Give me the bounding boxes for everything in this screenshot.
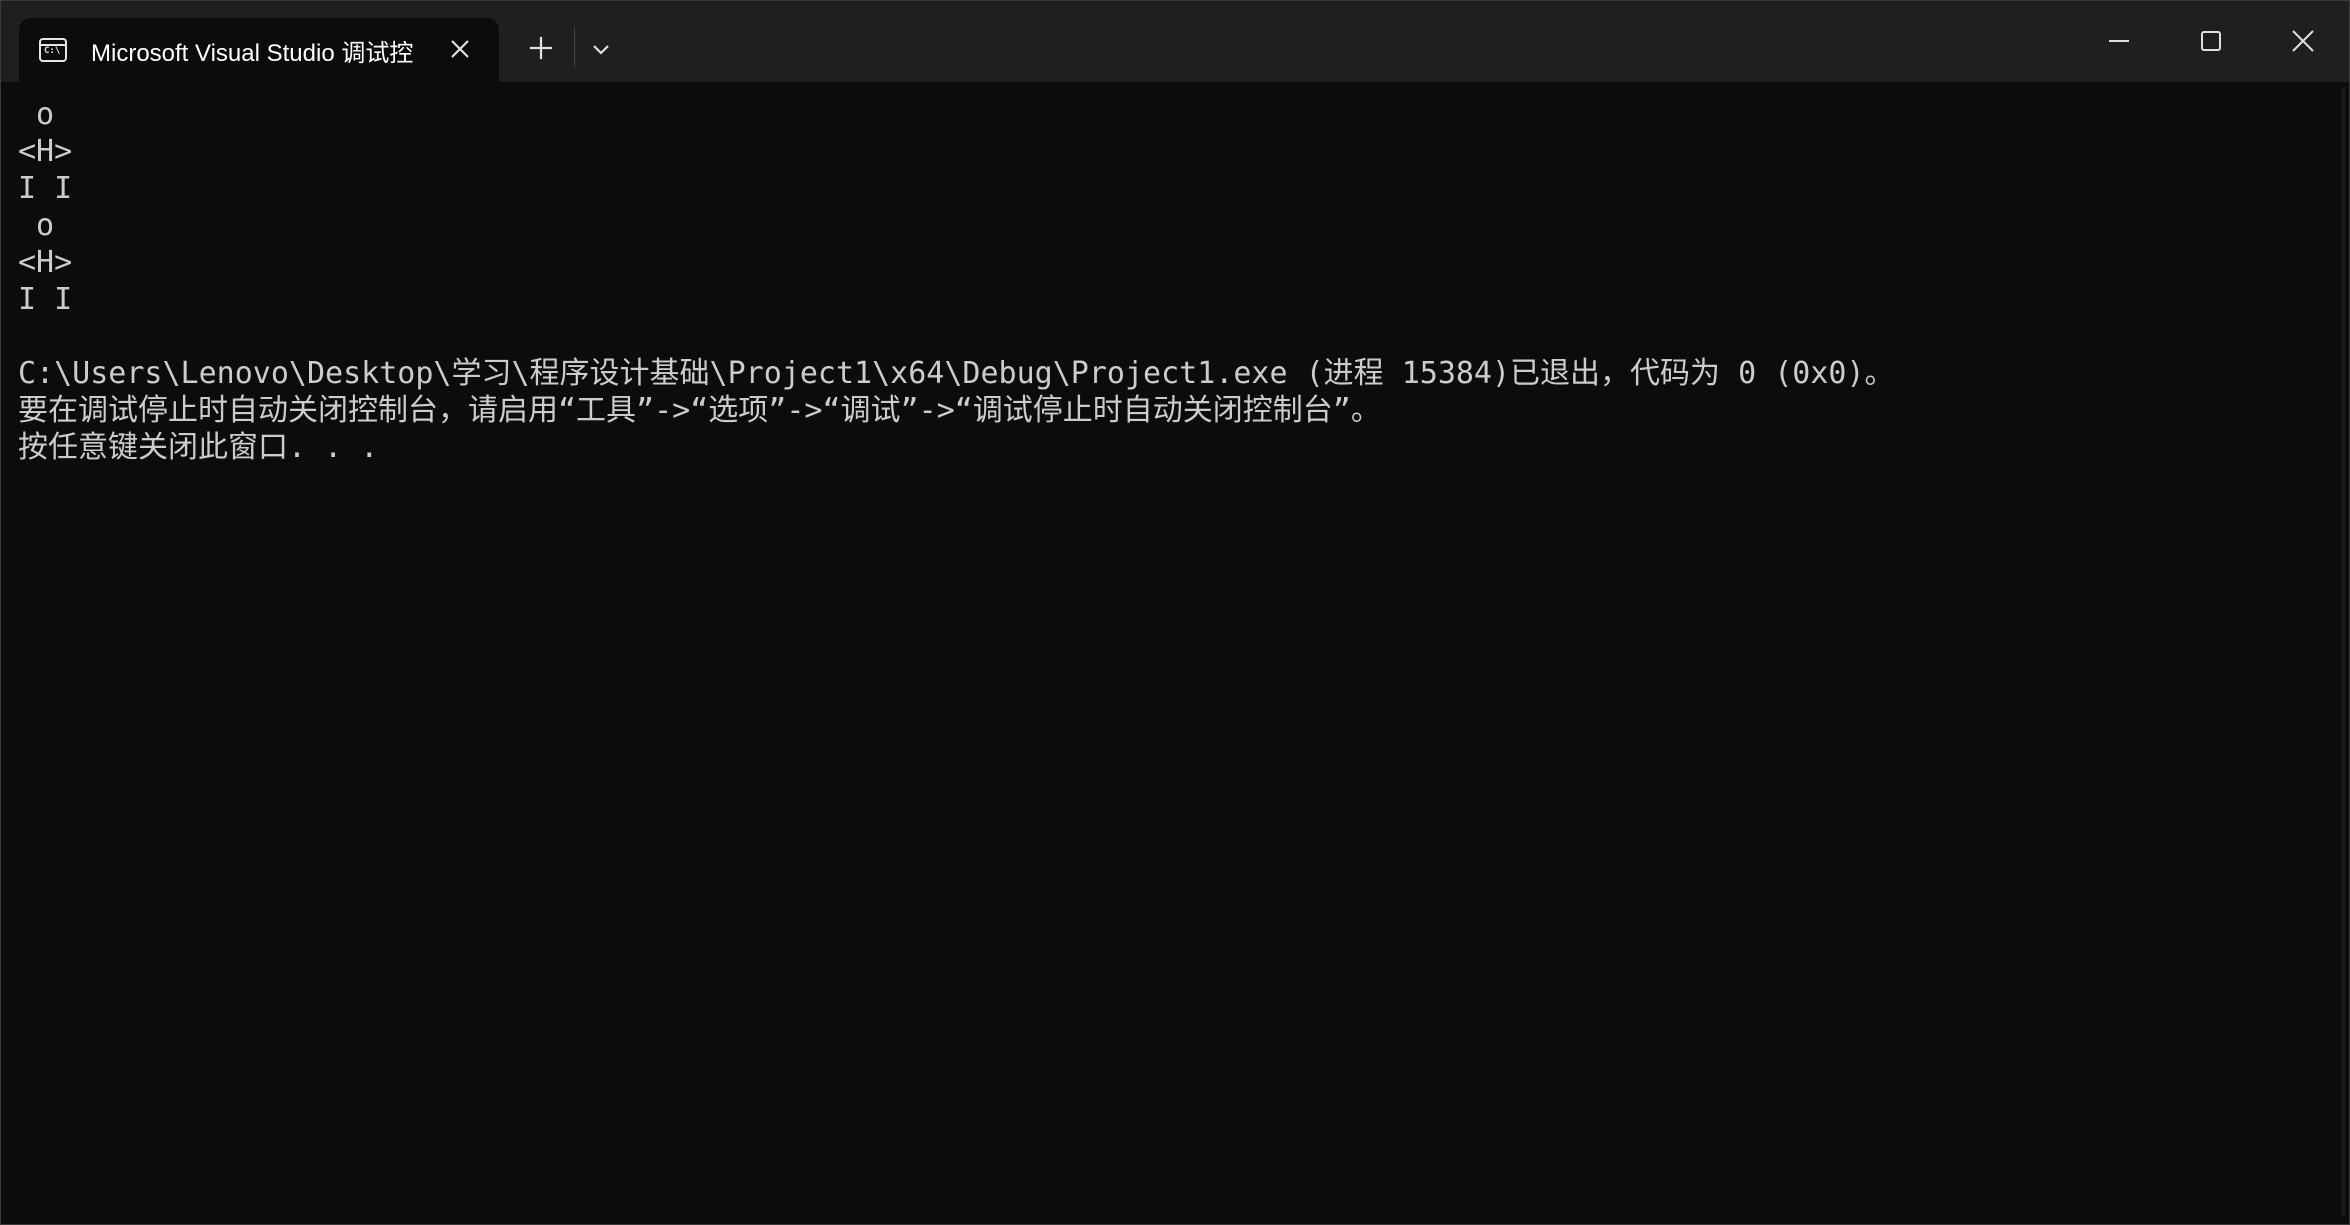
console-line: 按任意键关闭此窗口. . . [18,430,379,465]
minimize-button[interactable] [2095,17,2143,65]
console-line: o [18,97,55,132]
new-tab-button[interactable] [524,31,558,65]
tab-divider [574,27,575,67]
console-line: 要在调试停止时自动关闭控制台，请启用“工具”->“选项”->“调试”->“调试停… [18,393,1381,428]
console-icon-text: C:\ [44,46,61,56]
tab-debug-console[interactable]: C:\ Microsoft Visual Studio 调试控 [19,18,499,82]
close-window-button[interactable] [2279,17,2327,65]
console-line: I I [18,282,73,317]
chevron-down-icon[interactable] [587,35,615,63]
console-icon: C:\ [39,38,67,62]
maximize-button[interactable] [2187,17,2235,65]
console-line: <H> [18,245,73,280]
title-bar[interactable]: C:\ Microsoft Visual Studio 调试控 [1,1,2349,82]
terminal-window: C:\ Microsoft Visual Studio 调试控 o <H> I … [0,0,2350,1225]
console-line: C:\Users\Lenovo\Desktop\学习\程序设计基础\Projec… [18,356,1895,391]
console-output[interactable]: o <H> I I o <H> I I C:\Users\Lenovo\Desk… [1,82,2349,1224]
scrollbar[interactable] [2341,87,2345,1217]
console-line: <H> [18,134,73,169]
tab-title: Microsoft Visual Studio 调试控 [91,39,414,67]
console-line: I I [18,171,73,206]
console-line: o [18,208,55,243]
close-icon[interactable] [447,36,473,62]
